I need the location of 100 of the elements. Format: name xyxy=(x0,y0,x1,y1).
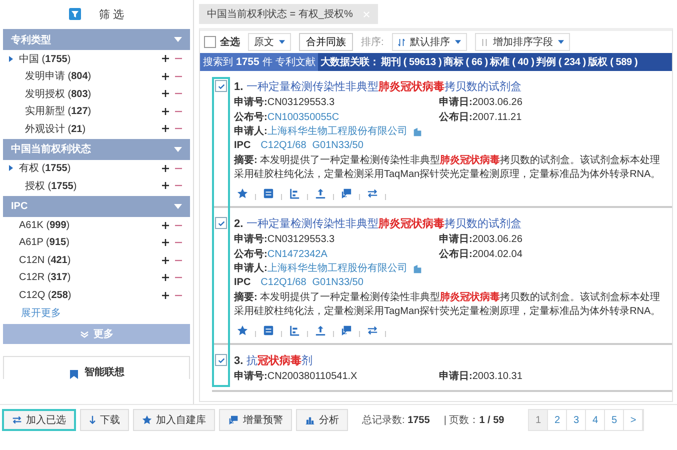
field-value: CN200380110541.X xyxy=(267,371,358,382)
swap-icon[interactable] xyxy=(367,324,378,336)
result-checkbox[interactable] xyxy=(215,354,227,366)
result-checkbox[interactable] xyxy=(215,217,227,229)
plus-icon[interactable] xyxy=(162,125,169,132)
section-title: IPC xyxy=(11,200,28,212)
upload-icon[interactable] xyxy=(315,324,326,336)
caret-icon xyxy=(279,40,285,44)
result-title-link[interactable]: 1. 一种定量检测传染性非典型肺炎冠状病毒拷贝数的试剂盒 xyxy=(234,78,522,94)
plus-icon[interactable] xyxy=(162,164,169,172)
plus-icon[interactable] xyxy=(162,90,169,98)
star-icon[interactable] xyxy=(237,188,248,198)
bookmark-icon xyxy=(68,369,78,379)
ipc-link[interactable]: G01N33/50 xyxy=(312,140,364,152)
document-icon[interactable] xyxy=(263,324,274,336)
caret-icon xyxy=(558,40,564,44)
plus-icon[interactable] xyxy=(162,256,169,264)
filter-option[interactable]: 实用新型 (127) xyxy=(25,104,156,118)
view-dropdown[interactable]: 原文 xyxy=(248,33,291,51)
association-link[interactable]: 商标 ( 66 ) xyxy=(444,55,488,69)
toolbar-button[interactable]: 增量预警 xyxy=(219,409,292,431)
filter-title: 筛 选 xyxy=(98,8,124,22)
select-all-checkbox[interactable] xyxy=(204,36,216,48)
association-link[interactable]: 期刊 ( 59613 ) xyxy=(381,55,442,69)
applicant-link[interactable]: 上海科华生物工程股份有限公司 xyxy=(267,261,408,276)
field-link[interactable]: CN1472342A xyxy=(267,248,328,260)
expand-arrow-icon[interactable] xyxy=(9,56,13,62)
association-link[interactable]: 标准 ( 40 ) xyxy=(490,55,534,69)
field-label: IPC xyxy=(234,277,251,288)
plus-icon[interactable] xyxy=(162,274,169,282)
expand-more-link[interactable]: 展开更多 xyxy=(21,306,61,320)
filter-option[interactable]: C12R (317) xyxy=(19,272,156,284)
plus-icon[interactable] xyxy=(162,72,169,80)
plus-icon[interactable] xyxy=(162,292,169,299)
section-title: 中国当前权利状态 xyxy=(11,142,91,156)
association-link[interactable]: 判例 ( 234 ) xyxy=(536,55,586,69)
document-icon[interactable] xyxy=(263,188,274,198)
chat-icon[interactable] xyxy=(341,324,352,336)
toolbar-button[interactable]: 下载 xyxy=(80,409,129,431)
bar-list-icon[interactable] xyxy=(289,324,300,336)
checkmark-icon xyxy=(216,82,226,90)
star-icon[interactable] xyxy=(237,324,248,336)
merge-family-button[interactable]: 合并同族 xyxy=(299,33,353,51)
checkmark-icon xyxy=(216,356,226,364)
field-value: 2003.10.31 xyxy=(472,371,522,382)
filter-option[interactable]: 外观设计 (21) xyxy=(25,122,156,136)
field-label: 申请日: xyxy=(439,97,472,108)
applicant-link[interactable]: 上海科华生物工程股份有限公司 xyxy=(267,124,408,138)
field-value: CN03129553.3 xyxy=(267,234,335,246)
abstract-text: 摘要: 本发明提供了一种定量检测传染性非典型肺炎冠状病毒拷贝数的试剂盒。该试剂盒标本处理采用硅胶柱纯化法，定量检测采用TaqMan探针荧光定量检测原理，定量标准品为体外转录RNA。 xyxy=(234,154,662,182)
plus-icon[interactable] xyxy=(162,55,169,62)
toolbar-button[interactable]: 分析 xyxy=(296,409,348,431)
add-sort-field-dropdown[interactable]: 增加排序字段 xyxy=(474,33,570,51)
chat-icon[interactable] xyxy=(341,188,352,198)
field-label: 申请日: xyxy=(439,371,472,382)
expand-arrow-icon[interactable] xyxy=(9,165,13,172)
section-title: 专利类型 xyxy=(11,34,51,46)
big-data-label: 大数据关联： xyxy=(320,56,380,69)
plus-icon[interactable] xyxy=(162,239,169,246)
field-label: 公布号: xyxy=(234,248,268,260)
result-checkbox[interactable] xyxy=(215,80,227,92)
upload-icon[interactable] xyxy=(315,188,326,198)
sort-icon xyxy=(480,38,488,46)
plus-icon[interactable] xyxy=(162,182,169,190)
plus-icon[interactable] xyxy=(162,108,169,115)
caret-icon xyxy=(454,40,461,44)
ipc-link[interactable]: C12Q1/68 xyxy=(260,277,306,288)
sort-dropdown[interactable]: 默认排序 xyxy=(392,33,467,51)
filter-option[interactable]: C12N (421) xyxy=(19,254,156,266)
bar-list-icon[interactable] xyxy=(289,188,300,198)
filter-option[interactable]: 发明申请 (804) xyxy=(25,69,156,84)
found-label: 搜索到 xyxy=(203,56,233,69)
ipc-link[interactable]: C12Q1/68 xyxy=(260,140,306,152)
filter-option[interactable]: 发明授权 (803) xyxy=(25,86,156,101)
smart-association-card[interactable]: 智能联想 xyxy=(3,356,190,379)
field-label: 公布号: xyxy=(234,112,268,123)
field-link[interactable]: CN100350055C xyxy=(267,112,340,123)
ipc-link[interactable]: G01N33/50 xyxy=(312,277,364,288)
building-icon[interactable] xyxy=(412,126,424,137)
result-title-link[interactable]: 2. 一种定量检测传染性非典型肺炎冠状病毒拷贝数的试剂盒 xyxy=(234,216,522,230)
filter-option[interactable]: A61P (915) xyxy=(19,237,156,248)
checkmark-icon xyxy=(216,218,226,228)
abstract-text: 摘要: 本发明提供了一种定量检测传染性非典型肺炎冠状病毒拷贝数的试剂盒。该试剂盒标本处理采用硅胶柱纯化法，定量检测采用TagMan探针荧光定量检测原理，定量标准品为体外转录RNA。 xyxy=(234,291,662,319)
association-link[interactable]: 版权 ( 589 ) xyxy=(588,55,638,69)
plus-icon[interactable] xyxy=(162,222,169,229)
filter-tag-text: 中国当前权利状态 = 有权_授权% xyxy=(207,8,353,21)
toolbar-button[interactable]: 加入已选 xyxy=(2,409,76,431)
filter-option[interactable]: 授权 (1755) xyxy=(25,178,156,193)
building-icon[interactable] xyxy=(412,262,424,274)
filter-option[interactable]: C12Q (258) xyxy=(19,290,156,301)
filter-option[interactable]: A61K (999) xyxy=(19,220,156,231)
field-label: 申请人: xyxy=(234,124,268,138)
filter-option[interactable]: 有权 (1755) xyxy=(19,161,156,176)
chat-icon xyxy=(228,415,239,425)
toolbar-button[interactable]: 加入自建库 xyxy=(133,409,215,431)
unit-label: 件 xyxy=(262,56,272,69)
filter-option[interactable]: 中国 (1755) xyxy=(19,52,156,66)
swap-icon[interactable] xyxy=(367,188,378,198)
result-title-link[interactable]: 3. 抗冠状病毒剂 xyxy=(234,352,312,368)
total-records: 总记录数: 1755 xyxy=(362,414,430,427)
